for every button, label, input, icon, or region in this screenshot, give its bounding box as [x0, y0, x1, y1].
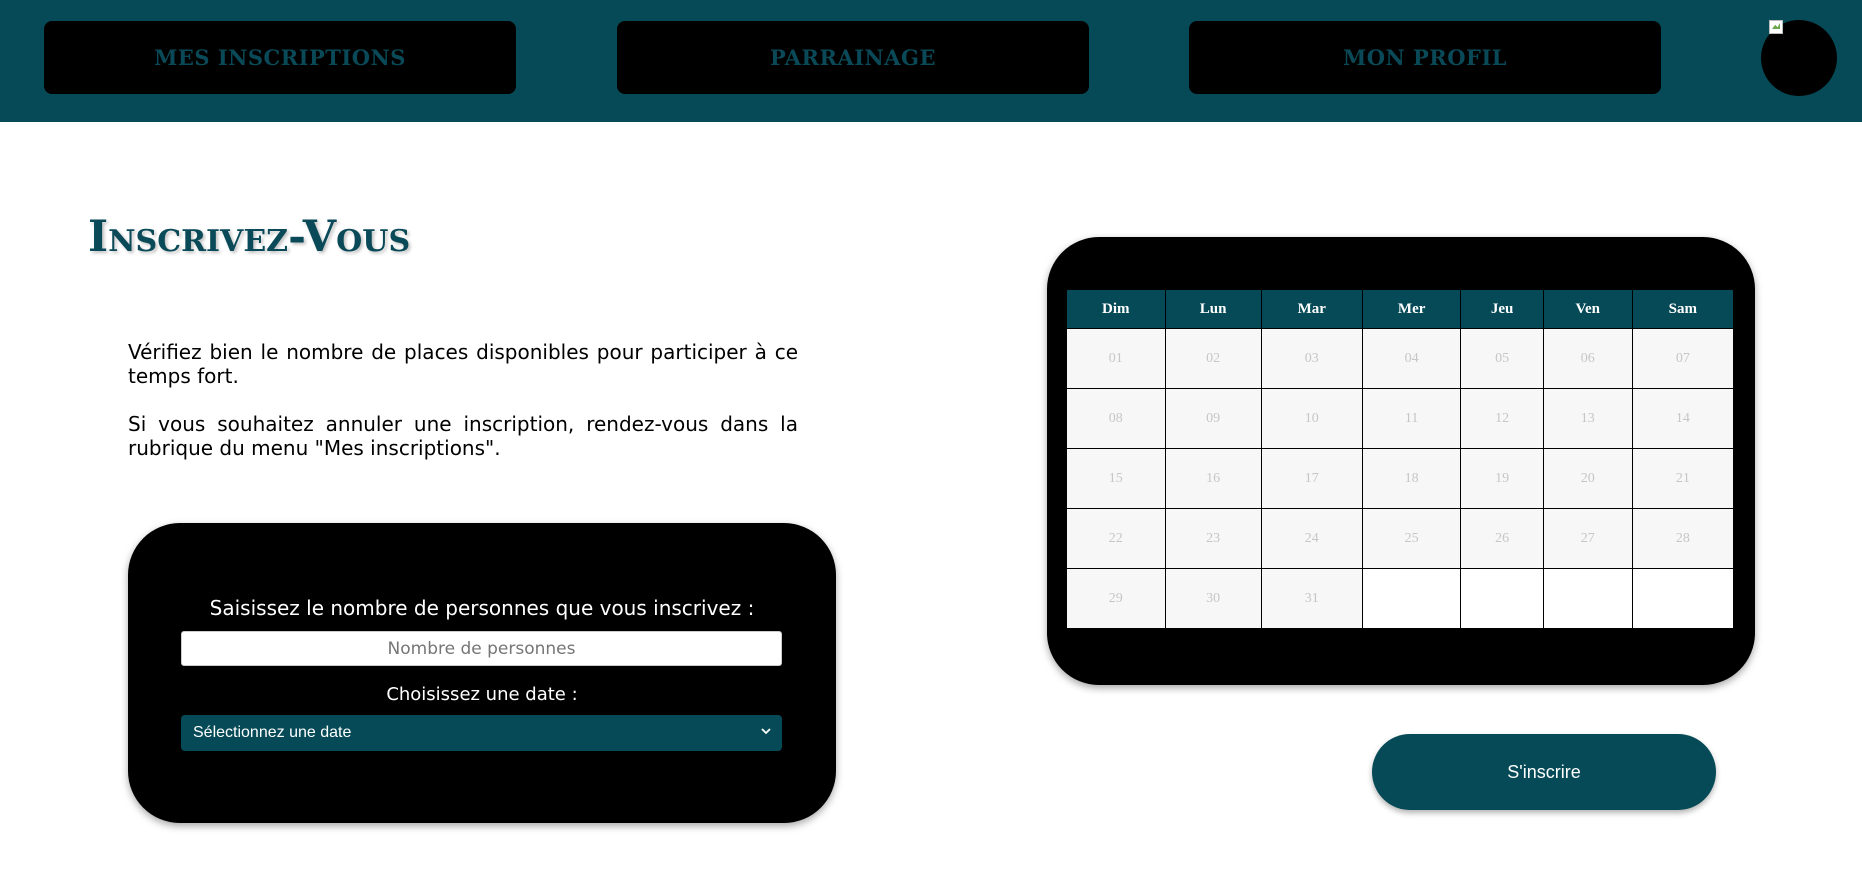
page-title: Inscrivez-Vous [88, 212, 411, 262]
calendar-day-cell[interactable]: 08 [1066, 388, 1166, 449]
calendar-day-cell[interactable]: 31 [1260, 568, 1363, 629]
calendar-day-cell[interactable]: 02 [1164, 328, 1262, 389]
calendar-day-cell[interactable]: 22 [1066, 508, 1166, 569]
date-select[interactable]: Sélectionnez une date [181, 715, 782, 751]
calendar-day-cell[interactable]: 24 [1260, 508, 1363, 569]
registration-form-card: Saisissez le nombre de personnes que vou… [128, 523, 836, 823]
calendar-day-cell[interactable]: 03 [1260, 328, 1363, 389]
weekday-header: Mar [1260, 289, 1363, 329]
calendar-day-cell[interactable]: 07 [1631, 328, 1735, 389]
calendar-day-cell[interactable]: 04 [1361, 328, 1462, 389]
calendar-day-cell[interactable]: 23 [1164, 508, 1262, 569]
calendar-grid: Dim Lun Mar Mer Jeu Ven Sam 01 02 03 04 05 06… [1066, 289, 1735, 629]
calendar-week-row: 22 23 24 25 26 27 28 [1066, 508, 1735, 569]
people-count-label: Saisissez le nombre de personnes que vou… [209, 596, 755, 620]
calendar-day-cell[interactable]: 13 [1542, 388, 1633, 449]
nav-mes-inscriptions-button[interactable]: MES INSCRIPTIONS [44, 21, 516, 94]
calendar-day-cell[interactable]: 06 [1542, 328, 1633, 389]
calendar-empty-cell [1542, 568, 1633, 629]
calendar-day-cell[interactable]: 21 [1631, 448, 1735, 509]
calendar-week-row: 01 02 03 04 05 06 07 [1066, 328, 1735, 389]
date-label: Choisissez une date : [386, 684, 578, 705]
calendar-day-cell[interactable]: 18 [1361, 448, 1462, 509]
weekday-header: Dim [1066, 289, 1166, 329]
nav-parrainage-button[interactable]: PARRAINAGE [617, 21, 1089, 94]
calendar-week-row: 29 30 31 [1066, 568, 1735, 629]
date-select-value: Sélectionnez une date [193, 724, 352, 741]
calendar-day-cell[interactable]: 09 [1164, 388, 1262, 449]
calendar-day-cell[interactable]: 19 [1460, 448, 1544, 509]
calendar-day-cell[interactable]: 20 [1542, 448, 1633, 509]
people-count-input[interactable] [181, 631, 782, 666]
calendar-weekday-row: Dim Lun Mar Mer Jeu Ven Sam [1066, 289, 1735, 329]
chevron-down-icon [758, 723, 774, 739]
calendar-day-cell[interactable]: 16 [1164, 448, 1262, 509]
calendar-week-row: 08 09 10 11 12 13 14 [1066, 388, 1735, 449]
weekday-header: Mer [1361, 289, 1462, 329]
weekday-header: Sam [1631, 289, 1735, 329]
weekday-header: Lun [1164, 289, 1262, 329]
calendar-day-cell[interactable]: 27 [1542, 508, 1633, 569]
calendar-day-cell[interactable]: 29 [1066, 568, 1166, 629]
calendar-day-cell[interactable]: 05 [1460, 328, 1544, 389]
calendar-body: 01 02 03 04 05 06 07 08 09 10 11 12 13 14 15 16 17 18 19 20… [1066, 328, 1735, 629]
calendar-day-cell[interactable]: 10 [1260, 388, 1363, 449]
calendar-day-cell[interactable]: 28 [1631, 508, 1735, 569]
intro-paragraph-places: Vérifiez bien le nombre de places dispon… [128, 340, 798, 388]
calendar-empty-cell [1460, 568, 1544, 629]
calendar-day-cell[interactable]: 12 [1460, 388, 1544, 449]
broken-image-icon [1769, 20, 1783, 34]
calendar-day-cell[interactable]: 14 [1631, 388, 1735, 449]
calendar-day-cell[interactable]: 11 [1361, 388, 1462, 449]
calendar-empty-cell [1631, 568, 1735, 629]
calendar-day-cell[interactable]: 25 [1361, 508, 1462, 569]
intro-text: Vérifiez bien le nombre de places dispon… [128, 340, 798, 484]
weekday-header: Ven [1542, 289, 1633, 329]
calendar-card: Dim Lun Mar Mer Jeu Ven Sam 01 02 03 04 05 06… [1047, 237, 1755, 685]
top-navigation-bar: MES INSCRIPTIONS PARRAINAGE MON PROFIL [0, 0, 1862, 122]
calendar-day-cell[interactable]: 26 [1460, 508, 1544, 569]
calendar-empty-cell [1361, 568, 1462, 629]
calendar-day-cell[interactable]: 17 [1260, 448, 1363, 509]
profile-avatar[interactable] [1761, 20, 1837, 96]
intro-paragraph-cancel: Si vous souhaitez annuler une inscriptio… [128, 412, 798, 460]
calendar-day-cell[interactable]: 15 [1066, 448, 1166, 509]
nav-mon-profil-button[interactable]: MON PROFIL [1189, 21, 1661, 94]
calendar-day-cell[interactable]: 01 [1066, 328, 1166, 389]
weekday-header: Jeu [1460, 289, 1544, 329]
submit-registration-button[interactable]: S'inscrire [1372, 734, 1716, 810]
calendar-day-cell[interactable]: 30 [1164, 568, 1262, 629]
calendar-week-row: 15 16 17 18 19 20 21 [1066, 448, 1735, 509]
